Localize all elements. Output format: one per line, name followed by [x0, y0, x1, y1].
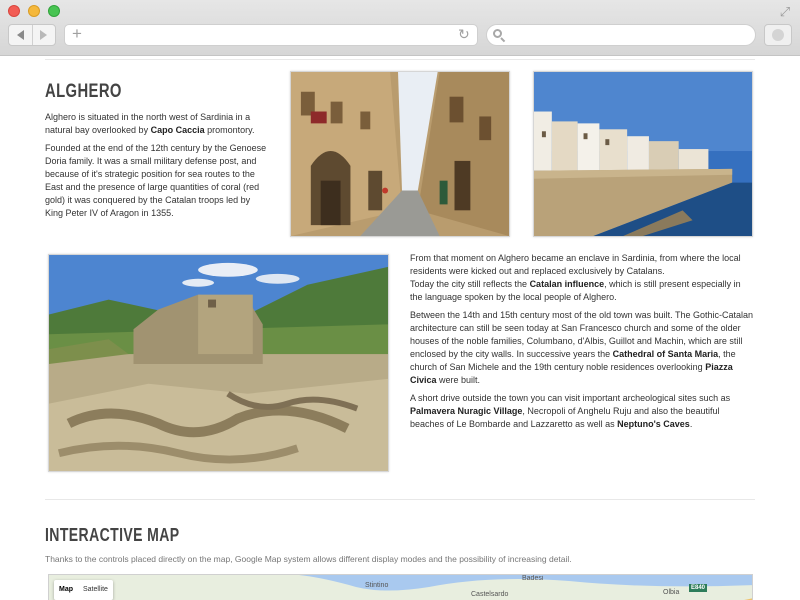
address-bar[interactable] — [64, 24, 478, 46]
map-type-control: Map Satellite — [54, 580, 113, 600]
intro-paragraph: Alghero is situated in the north west of… — [45, 112, 255, 135]
minimize-window-button[interactable] — [28, 5, 40, 17]
road-badge: E840 — [689, 584, 708, 592]
maximize-window-button[interactable] — [48, 5, 60, 17]
google-map[interactable]: Map Satellite Stintino Castelsardo Bades… — [48, 574, 753, 600]
back-button[interactable] — [9, 25, 33, 45]
satellite-view-button[interactable]: Satellite — [78, 580, 113, 600]
close-window-button[interactable] — [8, 5, 20, 17]
architecture-paragraph: Between the 14th and 15th century most o… — [410, 310, 754, 385]
map-view-button[interactable]: Map — [54, 580, 78, 600]
profile-icon — [772, 29, 784, 41]
forward-arrow-icon — [40, 30, 48, 40]
nuragic-village-photo — [48, 254, 389, 472]
page-content: ALGHERO Alghero is situated in the north… — [0, 57, 800, 600]
back-arrow-icon — [16, 30, 24, 40]
profile-button[interactable] — [764, 24, 792, 46]
section-title-map: INTERACTIVE MAP — [45, 525, 180, 545]
forward-button[interactable] — [33, 25, 56, 45]
divider — [45, 59, 755, 60]
old-town-street-photo — [290, 71, 510, 237]
map-place-label: Badesi — [522, 575, 544, 582]
section-title-alghero: ALGHERO — [45, 81, 122, 102]
search-field[interactable] — [486, 24, 756, 46]
new-tab-icon[interactable]: + — [72, 25, 82, 43]
history-nav — [8, 24, 56, 46]
history-text: From that moment on Alghero became an en… — [410, 252, 755, 436]
browser-toolbar: ⤢ + ↻ — [0, 0, 800, 56]
intro-text: Alghero is situated in the north west of… — [45, 111, 270, 225]
excursions-paragraph: A short drive outside the town you can v… — [410, 393, 731, 429]
history-paragraph: Founded at the end of the 12th century b… — [45, 143, 267, 218]
map-place-label: Castelsardo — [471, 591, 509, 598]
fullscreen-icon[interactable]: ⤢ — [778, 5, 792, 19]
enclave-paragraph: From that moment on Alghero became an en… — [410, 253, 741, 302]
map-description: Thanks to the controls placed directly o… — [45, 554, 572, 564]
divider — [45, 499, 755, 500]
map-place-label: Olbia — [663, 589, 680, 596]
search-icon — [493, 29, 506, 43]
seafront-walls-photo — [533, 71, 753, 237]
map-place-label: Stintino — [365, 582, 389, 589]
